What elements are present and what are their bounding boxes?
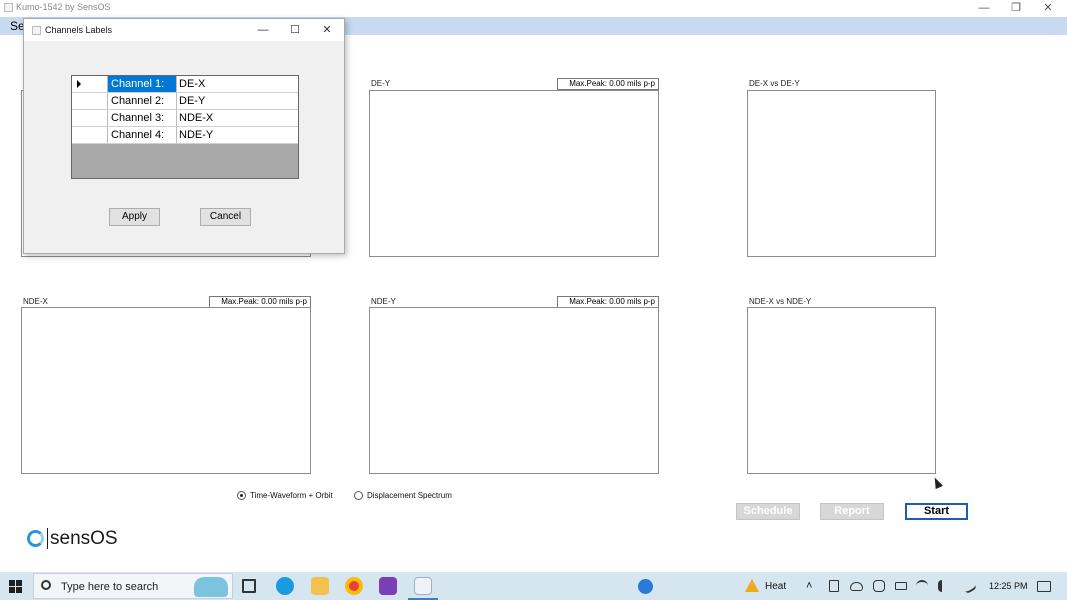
radio-time-waveform-label[interactable]: Time-Waveform + Orbit [250,491,333,500]
report-button[interactable]: Report [820,503,884,520]
sensos-logo: sensOS [23,512,121,567]
row-pointer-icon [77,80,81,88]
row-header[interactable] [72,93,108,109]
channels-grid: Channel 1: DE-X Channel 2: DE-Y Channel … [71,75,299,179]
label-cell[interactable]: DE-Y [177,93,298,109]
start-button[interactable]: Start [905,503,968,520]
nde-orbit-plot [747,307,936,474]
device-icon[interactable] [829,580,839,592]
channels-labels-dialog: Channels Labels — ☐ ✕ Channel 1: DE-X Ch… [23,18,345,254]
table-row[interactable]: Channel 4: NDE-Y [72,127,298,144]
logo-text: sensOS [50,528,118,549]
radio-time-waveform[interactable] [237,491,246,500]
edge-icon[interactable] [276,577,294,595]
de-x-vs-de-y-label: DE-X vs DE-Y [749,79,800,88]
main-title-bar: Kumo-1542 by SensOS — ❐ ✕ [0,0,1067,17]
channel-cell[interactable]: Channel 4: [108,127,177,143]
nde-x-vs-nde-y-label: NDE-X vs NDE-Y [749,297,812,306]
minimize-button[interactable]: — [969,0,999,16]
volume-icon[interactable] [938,580,950,592]
taskbar-search-box[interactable]: Type here to search [33,573,233,599]
label-cell[interactable]: NDE-Y [177,127,298,143]
dialog-icon [32,26,41,35]
nde-y-label: NDE-Y [371,297,396,306]
schedule-button[interactable]: Schedule [736,503,800,520]
channel-cell[interactable]: Channel 3: [108,110,177,126]
dialog-maximize-button[interactable]: ☐ [281,21,309,39]
notifications-icon[interactable] [1037,581,1051,592]
nde-x-plot [21,307,311,474]
help-icon[interactable] [638,579,653,594]
dialog-minimize-button[interactable]: — [249,21,277,39]
apply-button[interactable]: Apply [109,208,160,226]
dialog-close-button[interactable]: ✕ [313,21,341,39]
battery-icon[interactable] [895,582,907,590]
chrome-icon[interactable] [345,577,363,595]
row-header[interactable] [72,76,108,92]
de-y-peak-readout: Max.Peak: 0.00 mils p-p [557,78,659,90]
label-cell[interactable]: DE-X [177,76,298,92]
de-y-label: DE-Y [371,79,391,88]
radio-displacement-spectrum[interactable] [354,491,363,500]
logo-ring-icon [27,530,44,547]
window-title: Kumo-1542 by SensOS [16,2,111,12]
restore-button[interactable]: ❐ [1001,0,1031,16]
pen-icon[interactable] [960,577,978,595]
app-window-icon[interactable] [414,577,432,595]
row-header[interactable] [72,110,108,126]
radio-displacement-spectrum-label[interactable]: Displacement Spectrum [367,491,452,500]
de-orbit-plot [747,90,936,257]
channel-cell[interactable]: Channel 1: [108,76,177,92]
table-row[interactable]: Channel 2: DE-Y [72,93,298,110]
taskbar: Type here to search Heat ˄ 12:25 PM [0,572,1067,600]
mouse-cursor-icon [931,475,943,490]
app-icon [4,3,13,12]
table-row[interactable]: Channel 3: NDE-X [72,110,298,127]
windows-start-icon[interactable] [9,580,22,593]
de-y-plot [369,90,659,257]
app-tray-icon[interactable] [873,580,885,592]
visual-studio-icon[interactable] [379,577,397,595]
file-explorer-icon[interactable] [311,577,329,595]
cancel-button[interactable]: Cancel [200,208,251,226]
dialog-title-bar: Channels Labels — ☐ ✕ [24,19,344,41]
weather-warning-icon[interactable] [745,579,759,592]
label-cell[interactable]: NDE-X [177,110,298,126]
onedrive-icon[interactable] [850,582,863,591]
wifi-icon[interactable] [916,580,928,592]
row-header[interactable] [72,127,108,143]
table-row[interactable]: Channel 1: DE-X [72,76,298,93]
search-placeholder: Type here to search [61,581,159,593]
search-highlight-icon [194,577,228,597]
nde-y-plot [369,307,659,474]
clock-time[interactable]: 12:25 PM [989,581,1028,591]
task-view-icon[interactable] [242,579,256,593]
nde-x-label: NDE-X [23,297,48,306]
chevron-up-icon[interactable]: ˄ [806,580,812,592]
dialog-title: Channels Labels [45,25,113,35]
weather-text[interactable]: Heat [765,581,786,592]
channel-cell[interactable]: Channel 2: [108,93,177,109]
search-icon [41,580,51,590]
close-button[interactable]: ✕ [1033,0,1063,16]
